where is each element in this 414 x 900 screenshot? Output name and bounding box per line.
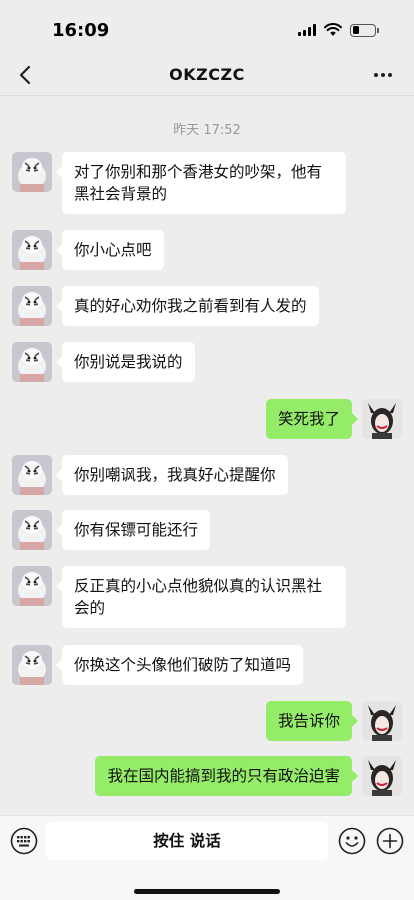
contact-avatar[interactable]: [12, 152, 52, 192]
home-indicator: [134, 889, 280, 894]
battery-icon: [350, 23, 379, 37]
emoji-button[interactable]: [337, 826, 367, 856]
message-row: 你换这个头像他们破防了知道吗: [0, 645, 414, 685]
keyboard-button[interactable]: [9, 826, 39, 856]
contact-avatar[interactable]: [12, 566, 52, 606]
incoming-message-bubble[interactable]: 你有保镖可能还行: [55, 510, 211, 550]
outgoing-message-bubble[interactable]: 笑死我了: [265, 399, 359, 439]
message-row: 我在国内能搞到我的只有政治迫害: [0, 756, 414, 796]
incoming-message-bubble[interactable]: 你小心点吧: [56, 230, 164, 270]
more-functions-button[interactable]: [375, 826, 405, 856]
message-row: 你别嘲讽我，我真好心提醒你: [0, 455, 414, 495]
incoming-message-bubble[interactable]: 真的好心劝你我之前看到有人发的: [56, 286, 319, 326]
more-dots-icon: [374, 73, 378, 77]
my-avatar[interactable]: [362, 756, 402, 796]
chat-header: OKZCZC: [0, 56, 414, 96]
incoming-message-bubble[interactable]: 你别嘲讽我，我真好心提醒你: [56, 455, 288, 495]
input-bar: 按住 说话: [0, 815, 414, 900]
message-row: 对了你别和那个香港女的吵架，他有黑社会背景的: [0, 152, 414, 214]
contact-avatar[interactable]: [12, 455, 52, 495]
status-time: 16:09: [52, 20, 110, 41]
message-row: 你别说是我说的: [0, 342, 414, 382]
contact-avatar[interactable]: [12, 510, 52, 550]
more-button[interactable]: [368, 60, 398, 90]
keyboard-icon: [10, 827, 38, 855]
contact-avatar[interactable]: [12, 286, 52, 326]
contact-avatar[interactable]: [12, 645, 52, 685]
chat-title: OKZCZC: [169, 65, 245, 84]
incoming-message-bubble[interactable]: 对了你别和那个香港女的吵架，他有黑社会背景的: [56, 152, 346, 214]
status-bar: 16:09: [0, 0, 414, 56]
wifi-icon: [324, 23, 342, 36]
message-list[interactable]: 昨天 17:52 对了你别和那个香港女的吵架，他有黑社会背景的 你小心点吧 真的…: [0, 97, 414, 815]
outgoing-message-bubble[interactable]: 我在国内能搞到我的只有政治迫害: [95, 756, 358, 796]
my-avatar[interactable]: [362, 701, 402, 741]
message-row: 笑死我了: [0, 399, 414, 439]
hold-to-talk-button[interactable]: 按住 说话: [46, 822, 328, 860]
message-row: 你小心点吧: [0, 230, 414, 270]
incoming-message-bubble[interactable]: 你换这个头像他们破防了知道吗: [55, 645, 304, 685]
emoji-icon: [338, 827, 366, 855]
incoming-message-bubble[interactable]: 你别说是我说的: [56, 342, 195, 382]
message-timestamp: 昨天 17:52: [173, 123, 241, 138]
message-row: 你有保镖可能还行: [0, 510, 414, 550]
contact-avatar[interactable]: [12, 230, 52, 270]
status-icons: [298, 22, 379, 38]
my-avatar[interactable]: [362, 399, 402, 439]
message-row: 真的好心劝你我之前看到有人发的: [0, 286, 414, 326]
cellular-signal-icon: [298, 24, 316, 36]
incoming-message-bubble[interactable]: 反正真的小心点他貌似真的认识黑社会的: [56, 566, 346, 628]
contact-avatar[interactable]: [12, 342, 52, 382]
outgoing-message-bubble[interactable]: 我告诉你: [265, 701, 359, 741]
message-row: 我告诉你: [0, 701, 414, 741]
plus-icon: [376, 827, 404, 855]
message-row: 反正真的小心点他貌似真的认识黑社会的: [0, 566, 414, 628]
